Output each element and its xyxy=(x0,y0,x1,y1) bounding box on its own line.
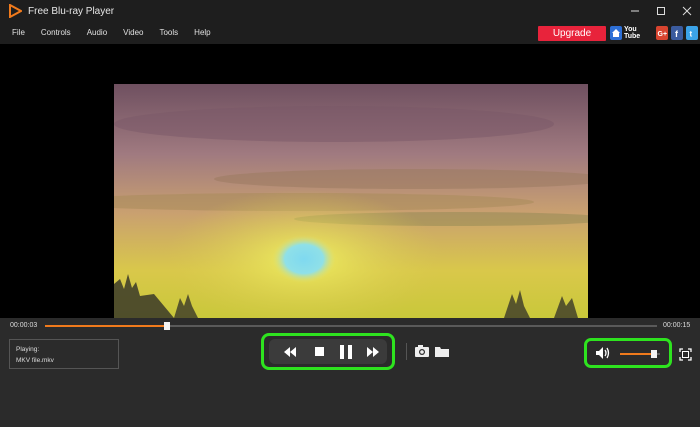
minimize-icon[interactable] xyxy=(622,0,648,22)
playback-controls xyxy=(261,333,395,370)
fast-forward-icon[interactable] xyxy=(361,339,383,364)
volume-level xyxy=(620,353,654,355)
app-title: Free Blu-ray Player xyxy=(28,5,115,17)
speaker-icon[interactable] xyxy=(595,346,611,365)
now-playing-label: Playing: xyxy=(16,346,40,353)
maximize-icon[interactable] xyxy=(648,0,674,22)
volume-slider[interactable] xyxy=(620,350,660,358)
menu-bar: File Controls Audio Video Tools Help Upg… xyxy=(0,22,700,44)
current-time: 00:00:03 xyxy=(10,322,38,329)
pause-icon[interactable] xyxy=(335,339,357,364)
video-area[interactable] xyxy=(0,44,700,318)
menu-audio[interactable]: Audio xyxy=(79,22,115,44)
menu-tools[interactable]: Tools xyxy=(151,22,186,44)
twitter-icon[interactable]: t xyxy=(686,26,698,40)
close-icon[interactable] xyxy=(674,0,700,22)
seek-bar[interactable] xyxy=(45,322,657,330)
now-playing-file: MKV file.mkv xyxy=(16,357,54,364)
now-playing-panel: Playing: MKV file.mkv xyxy=(9,339,119,369)
camera-icon[interactable] xyxy=(414,344,430,363)
upgrade-button[interactable]: Upgrade xyxy=(538,26,606,41)
total-time: 00:00:15 xyxy=(663,322,691,329)
facebook-icon[interactable]: f xyxy=(671,26,683,40)
home-icon[interactable] xyxy=(610,26,622,40)
svg-text:f: f xyxy=(675,29,679,38)
menu-help[interactable]: Help xyxy=(186,22,218,44)
youtube-icon[interactable]: You Tube xyxy=(624,26,654,40)
video-frame xyxy=(114,84,588,318)
menu-file[interactable]: File xyxy=(0,22,33,44)
svg-text:t: t xyxy=(690,30,693,39)
app-logo-icon xyxy=(8,3,24,19)
volume-control xyxy=(584,338,672,368)
menu-video[interactable]: Video xyxy=(115,22,151,44)
folder-icon[interactable] xyxy=(434,344,450,363)
volume-handle[interactable] xyxy=(651,350,657,358)
svg-text:G+: G+ xyxy=(657,31,667,38)
seek-bar-progress xyxy=(45,325,168,327)
menu-controls[interactable]: Controls xyxy=(33,22,79,44)
title-bar: Free Blu-ray Player xyxy=(0,0,700,22)
fullscreen-icon[interactable] xyxy=(679,348,692,366)
toolbar-divider xyxy=(406,343,407,360)
seek-bar-handle[interactable] xyxy=(164,322,171,330)
stop-icon[interactable] xyxy=(309,339,329,364)
google-plus-icon[interactable]: G+ xyxy=(656,26,668,40)
rewind-icon[interactable] xyxy=(279,339,301,364)
